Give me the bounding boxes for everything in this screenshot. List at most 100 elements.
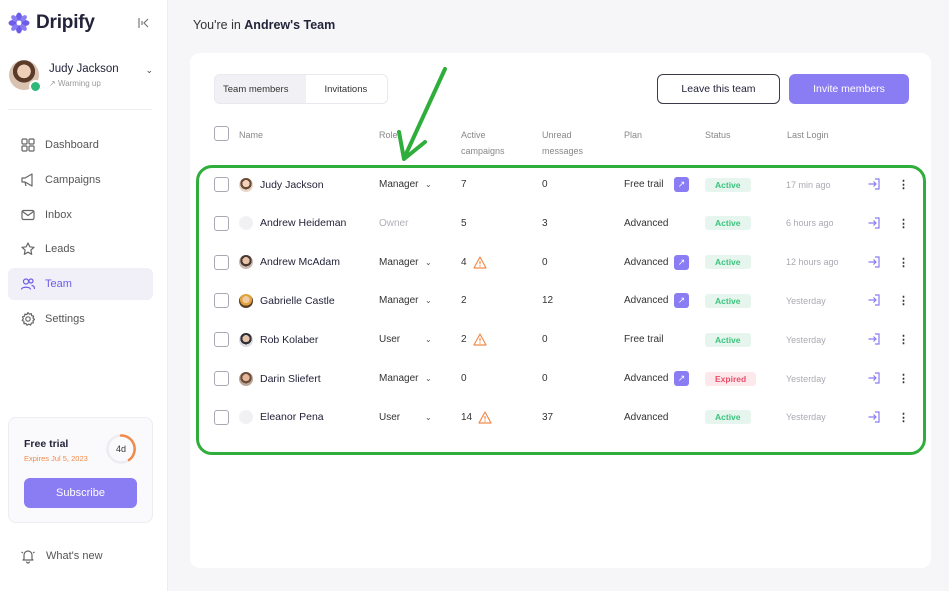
table-row: Eleanor Pena User ⌄ 14 37 Advanced Activ… [190, 398, 931, 437]
avatar [239, 293, 253, 308]
gear-icon [21, 311, 36, 326]
role-select[interactable]: Manager ⌄ [379, 165, 449, 204]
unread-count: 3 [542, 217, 548, 229]
campaigns-count: 7 [461, 179, 467, 190]
plan-name: Free trail [624, 334, 664, 346]
row-checkbox[interactable] [214, 332, 229, 348]
avatar [239, 177, 253, 192]
select-all-checkbox[interactable] [214, 126, 229, 141]
login-as-icon[interactable] [867, 410, 881, 424]
chevron-down-icon: ⌄ [425, 374, 432, 383]
avatar [239, 216, 253, 231]
plan-name: Advanced [624, 411, 669, 423]
subscribe-button[interactable]: Subscribe [24, 478, 137, 508]
status-badge: Active [705, 332, 751, 347]
role-select[interactable]: Owner [379, 204, 449, 243]
more-options-icon[interactable]: ⋮ [898, 281, 909, 320]
bell-icon [21, 550, 35, 564]
leave-team-button[interactable]: Leave this team [657, 74, 780, 104]
sidebar-item-inbox[interactable]: Inbox [8, 199, 153, 231]
user-name: Judy Jackson [49, 62, 119, 75]
row-checkbox[interactable] [214, 293, 229, 309]
member-cell: Eleanor Pena [239, 398, 324, 437]
status-cell: Expired [705, 359, 757, 398]
team-card: Team members Invitations Leave this team… [190, 53, 931, 568]
role-select[interactable]: Manager ⌄ [379, 281, 449, 320]
whats-new-link[interactable]: What's new [20, 548, 103, 564]
more-options-icon[interactable]: ⋮ [898, 243, 909, 282]
tab-invitations[interactable]: Invitations [306, 75, 388, 103]
row-checkbox[interactable] [214, 177, 229, 192]
row-checkbox[interactable] [214, 215, 229, 231]
trial-card: Free trial Expires Jul 5, 2023 4d Subscr… [8, 417, 153, 523]
upgrade-arrow-icon[interactable]: ↗ [674, 254, 689, 270]
campaigns-count: 0 [461, 373, 467, 384]
more-options-icon[interactable]: ⋮ [898, 398, 909, 437]
table-row: Rob Kolaber User ⌄ 2 0 Free trail Active… [190, 320, 931, 359]
member-cell: Andrew Heideman [239, 204, 346, 243]
chevron-down-icon[interactable]: ⌄ [145, 65, 153, 76]
chevron-down-icon: ⌄ [425, 180, 432, 189]
login-as-icon[interactable] [867, 332, 881, 346]
plan-cell: Advanced ↗ [624, 243, 694, 282]
column-header-status: Status [705, 130, 731, 140]
tab-team-members[interactable]: Team members [215, 75, 307, 103]
users-icon [20, 278, 36, 290]
role-value: Manager [379, 373, 419, 384]
upgrade-arrow-icon[interactable]: ↗ [674, 371, 689, 386]
status-badge: Active [705, 216, 751, 231]
column-header-last-login: Last Login [787, 130, 829, 140]
login-as-icon[interactable] [867, 255, 881, 269]
campaigns-cell: 2 [461, 320, 487, 359]
collapse-icon[interactable] [137, 16, 151, 30]
user-profile[interactable]: Judy Jackson ↗ Warming up ⌄ [9, 60, 159, 93]
role-select[interactable]: User ⌄ [379, 320, 449, 359]
more-options-icon[interactable]: ⋮ [898, 204, 909, 243]
member-name: Gabrielle Castle [260, 294, 335, 307]
unread-count: 0 [542, 179, 548, 190]
login-as-icon[interactable] [867, 371, 881, 385]
last-login: 6 hours ago [786, 218, 834, 229]
row-checkbox[interactable] [214, 409, 229, 425]
campaigns-cell: 4 [461, 243, 487, 282]
member-name: Andrew Heideman [260, 217, 347, 230]
status-cell: Active [705, 398, 751, 437]
logo[interactable]: Dripify [8, 12, 95, 34]
sidebar-item-settings[interactable]: Settings [8, 303, 153, 335]
upgrade-arrow-icon[interactable]: ↗ [674, 177, 689, 192]
invite-members-button[interactable]: Invite members [789, 74, 909, 104]
sidebar-item-dashboard[interactable]: Dashboard [8, 129, 153, 161]
sidebar-item-leads[interactable]: Leads [8, 233, 153, 265]
role-select[interactable]: User ⌄ [379, 398, 449, 437]
more-options-icon[interactable]: ⋮ [898, 359, 909, 398]
role-value: Manager [379, 179, 419, 190]
more-options-icon[interactable]: ⋮ [898, 320, 909, 359]
chevron-down-icon: ⌄ [425, 412, 432, 422]
role-value: Manager [379, 295, 419, 307]
last-login: Yesterday [786, 295, 826, 306]
login-as-icon[interactable] [867, 216, 881, 230]
trial-expiry: Expires Jul 5, 2023 [24, 454, 88, 463]
plan-cell: Advanced [624, 204, 694, 243]
trial-title: Free trial [24, 438, 69, 450]
chevron-down-icon: ⌄ [425, 335, 432, 345]
status-cell: Active [705, 243, 751, 282]
status-badge: Active [705, 410, 751, 425]
member-name: Rob Kolaber [260, 333, 319, 346]
plan-cell: Free trail ↗ [624, 165, 694, 204]
role-select[interactable]: Manager ⌄ [379, 359, 449, 398]
sidebar-item-campaigns[interactable]: Campaigns [8, 164, 153, 196]
more-options-icon[interactable]: ⋮ [898, 165, 909, 204]
login-as-icon[interactable] [867, 177, 881, 191]
divider [8, 109, 152, 110]
row-checkbox[interactable] [214, 254, 229, 270]
column-header-plan: Plan [624, 130, 643, 140]
role-select[interactable]: Manager ⌄ [379, 243, 449, 282]
last-login: Yesterday [786, 373, 826, 384]
member-cell: Gabrielle Castle [239, 281, 335, 320]
upgrade-arrow-icon[interactable]: ↗ [674, 293, 689, 309]
sidebar-item-team[interactable]: Team [8, 268, 153, 301]
member-name: Eleanor Pena [260, 411, 324, 424]
login-as-icon[interactable] [867, 293, 881, 307]
row-checkbox[interactable] [214, 371, 229, 386]
